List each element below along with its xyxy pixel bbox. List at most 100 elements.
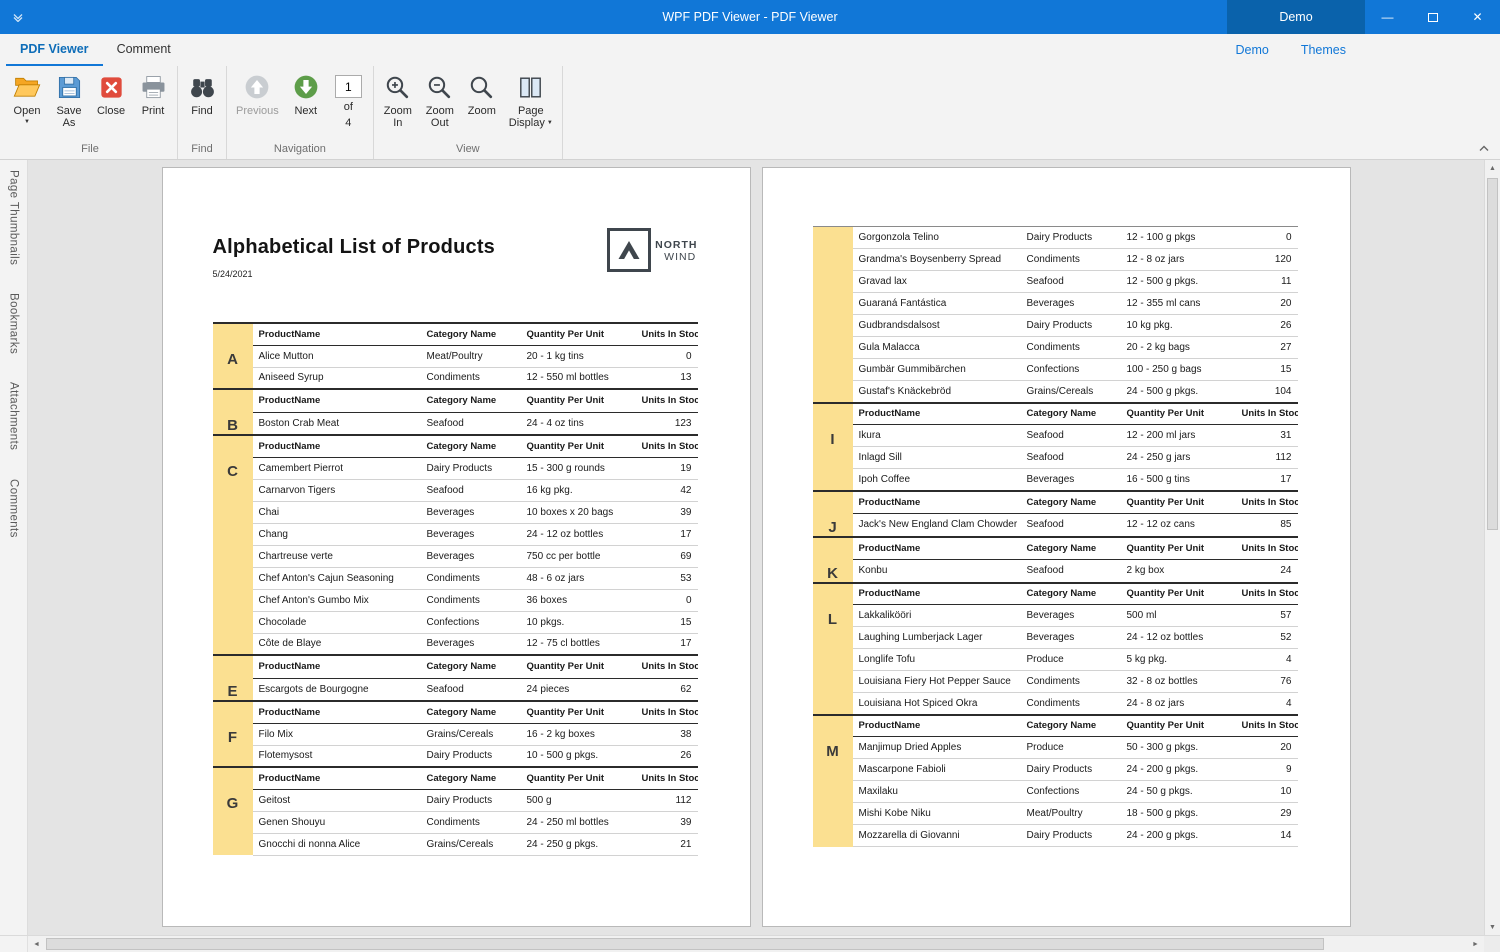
zoom-out-label-line1: Zoom xyxy=(426,105,454,117)
product-cell: Condiments xyxy=(1021,693,1121,715)
ribbon-menu-chevron-icon[interactable] xyxy=(0,0,36,34)
product-cell: 12 - 8 oz jars xyxy=(1121,249,1236,271)
product-cell: Laughing Lumberjack Lager xyxy=(853,627,1021,649)
product-cell: 0 xyxy=(1236,227,1298,249)
page-display-label-line1: Page xyxy=(518,105,544,117)
column-header: Units In Stock xyxy=(1236,537,1298,560)
product-row: Guaraná FantásticaBeverages12 - 355 ml c… xyxy=(813,293,1298,315)
product-cell: 24 - 200 g pkgs. xyxy=(1121,759,1236,781)
product-row: IkuraSeafood12 - 200 ml jars31 xyxy=(813,425,1298,447)
vertical-scroll-thumb[interactable] xyxy=(1487,178,1498,530)
product-row: Côte de BlayeBeverages12 - 75 cl bottles… xyxy=(213,633,698,655)
product-cell: 26 xyxy=(1236,315,1298,337)
product-row: ChangBeverages24 - 12 oz bottles17 xyxy=(213,523,698,545)
sidebar-item-bookmarks[interactable]: Bookmarks xyxy=(8,293,20,354)
bottom-right-corner xyxy=(1484,936,1500,952)
product-cell: 24 - 250 g jars xyxy=(1121,447,1236,469)
horizontal-scrollbar[interactable]: ◄ ► xyxy=(28,936,1484,952)
sidebar-item-attachments[interactable]: Attachments xyxy=(8,382,20,450)
titlebar-demo-tab[interactable]: Demo xyxy=(1227,0,1365,34)
column-header: ProductName xyxy=(253,323,421,345)
table-header-row: MProductNameCategory NameQuantity Per Un… xyxy=(813,715,1298,737)
page-number-input[interactable] xyxy=(335,75,362,98)
save-as-button[interactable]: Save As xyxy=(48,70,90,129)
product-row: Gumbär GummibärchenConfections100 - 250 … xyxy=(813,359,1298,381)
zoom-in-button[interactable]: Zoom In xyxy=(377,70,419,129)
document-viewport[interactable]: Alphabetical List of Products 5/24/2021 … xyxy=(28,160,1484,935)
scroll-up-icon[interactable]: ▲ xyxy=(1485,160,1500,176)
product-cell: Côte de Blaye xyxy=(253,633,421,655)
demo-link[interactable]: Demo xyxy=(1236,43,1269,57)
column-header: ProductName xyxy=(853,403,1021,425)
section-letter-block: L xyxy=(813,583,853,715)
product-cell: 27 xyxy=(1236,337,1298,359)
column-header: ProductName xyxy=(853,537,1021,560)
sidebar-item-comments[interactable]: Comments xyxy=(8,479,20,538)
pdf-page-2[interactable]: Gorgonzola TelinoDairy Products12 - 100 … xyxy=(762,167,1351,927)
product-cell: Manjimup Dried Apples xyxy=(853,737,1021,759)
scroll-down-icon[interactable]: ▼ xyxy=(1485,919,1500,935)
product-cell: Flotemysost xyxy=(253,745,421,767)
product-cell: 0 xyxy=(636,589,698,611)
product-cell: 5 kg pkg. xyxy=(1121,649,1236,671)
open-button[interactable]: Open ▼ xyxy=(6,70,48,125)
next-page-button[interactable]: Next xyxy=(285,70,327,117)
table-header-row: AProductNameCategory NameQuantity Per Un… xyxy=(213,323,698,345)
chevron-down-icon: ▼ xyxy=(547,120,553,126)
themes-link[interactable]: Themes xyxy=(1301,43,1346,57)
product-cell: 38 xyxy=(636,723,698,745)
product-row: GudbrandsdalsostDairy Products10 kg pkg.… xyxy=(813,315,1298,337)
product-cell: Beverages xyxy=(1021,293,1121,315)
tab-comment[interactable]: Comment xyxy=(103,34,185,66)
column-header: Quantity Per Unit xyxy=(1121,583,1236,605)
minimize-button[interactable]: — xyxy=(1365,0,1410,34)
product-cell: 85 xyxy=(1236,514,1298,537)
print-button[interactable]: Print xyxy=(132,70,174,117)
find-button[interactable]: Find xyxy=(181,70,223,117)
column-header: Units In Stock xyxy=(1236,715,1298,737)
table-header-row: CProductNameCategory NameQuantity Per Un… xyxy=(213,435,698,457)
close-document-button[interactable]: Close xyxy=(90,70,132,117)
maximize-button[interactable] xyxy=(1410,0,1455,34)
vertical-scrollbar[interactable]: ▲ ▼ xyxy=(1484,160,1500,935)
product-cell: Chang xyxy=(253,523,421,545)
scroll-left-icon[interactable]: ◄ xyxy=(28,936,45,952)
product-cell: Grains/Cereals xyxy=(1021,381,1121,403)
column-header: Category Name xyxy=(421,655,521,678)
product-cell: Filo Mix xyxy=(253,723,421,745)
zoom-out-button[interactable]: Zoom Out xyxy=(419,70,461,129)
close-window-button[interactable]: ✕ xyxy=(1455,0,1500,34)
page-display-button[interactable]: Page Display ▼ xyxy=(503,70,559,129)
product-cell: Beverages xyxy=(421,545,521,567)
tab-pdf-viewer[interactable]: PDF Viewer xyxy=(6,34,103,66)
horizontal-scroll-thumb[interactable] xyxy=(46,938,1324,950)
next-arrow-icon xyxy=(291,72,321,102)
product-row: Chef Anton's Gumbo MixCondiments36 boxes… xyxy=(213,589,698,611)
product-cell: Condiments xyxy=(1021,337,1121,359)
previous-page-button[interactable]: Previous xyxy=(230,70,285,117)
group-label-find: Find xyxy=(178,142,226,159)
product-row: Laughing Lumberjack LagerBeverages24 - 1… xyxy=(813,627,1298,649)
product-cell: Louisiana Hot Spiced Okra xyxy=(853,693,1021,715)
product-cell: 76 xyxy=(1236,671,1298,693)
product-cell: Seafood xyxy=(1021,425,1121,447)
product-cell: 18 - 500 g pkgs. xyxy=(1121,803,1236,825)
product-row: Manjimup Dried ApplesProduce50 - 300 g p… xyxy=(813,737,1298,759)
product-cell: Escargots de Bourgogne xyxy=(253,678,421,701)
pdf-page-1[interactable]: Alphabetical List of Products 5/24/2021 … xyxy=(162,167,751,927)
product-cell: 0 xyxy=(636,345,698,367)
section-letter-block: M xyxy=(813,715,853,847)
scroll-right-icon[interactable]: ► xyxy=(1467,936,1484,952)
column-header: Quantity Per Unit xyxy=(1121,537,1236,560)
product-cell: 32 - 8 oz bottles xyxy=(1121,671,1236,693)
sidebar-item-page-thumbnails[interactable]: Page Thumbnails xyxy=(8,170,20,265)
column-header: Quantity Per Unit xyxy=(521,655,636,678)
product-row: Chartreuse verteBeverages750 cc per bott… xyxy=(213,545,698,567)
column-header: Units In Stock xyxy=(636,655,698,678)
product-cell: Produce xyxy=(1021,649,1121,671)
zoom-button[interactable]: Zoom xyxy=(461,70,503,117)
ribbon-collapse-icon[interactable] xyxy=(1477,142,1491,154)
product-cell: Condiments xyxy=(421,567,521,589)
product-cell: Confections xyxy=(1021,359,1121,381)
section-letter-block: C xyxy=(213,435,253,655)
